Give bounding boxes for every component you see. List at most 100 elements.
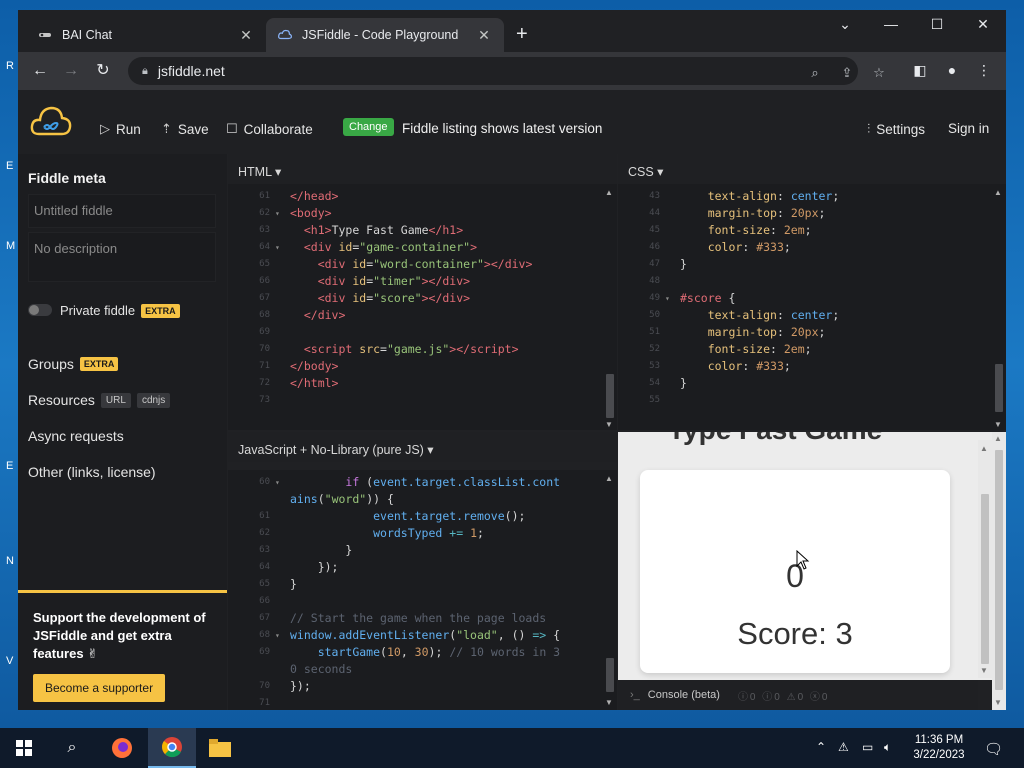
bookmark-star-icon[interactable]: ☆ [870, 65, 888, 81]
code-line[interactable]: 71 </body> [228, 358, 603, 375]
change-badge[interactable]: Change [343, 118, 394, 136]
scroll-up-icon[interactable]: ▲ [994, 188, 1002, 197]
scroll-down-icon[interactable]: ▼ [980, 666, 988, 675]
scroll-up-icon[interactable]: ▲ [605, 188, 613, 197]
page-scrollbar[interactable]: ▲ ▼ [992, 432, 1006, 710]
scroll-thumb[interactable] [606, 374, 614, 418]
result-pane[interactable]: Type Fast Game 0 Score: 3 [618, 432, 1006, 680]
code-line[interactable]: 49 ▾ #score { [618, 290, 992, 307]
html-editor[interactable]: 61 </head> 62 ▾ <body> 63 <h1>Type Fast Game<… [228, 184, 603, 430]
sign-in-button[interactable]: Sign in [948, 121, 989, 136]
html-editor-scrollbar[interactable]: ▲ ▼ [603, 184, 617, 430]
profile-icon[interactable]: ● [941, 62, 963, 78]
code-line[interactable]: 46 color: #333; [618, 239, 992, 256]
code-line[interactable]: 62 ▾ <body> [228, 205, 603, 222]
code-line[interactable]: 61 event.target.remove(); [228, 508, 603, 525]
code-line[interactable]: 70 <script src="game.js"></script> [228, 341, 603, 358]
scroll-thumb[interactable] [606, 658, 614, 692]
address-bar[interactable]: 🔒︎ jsfiddle.net [128, 57, 858, 85]
maximize-icon[interactable]: ☐ [922, 16, 952, 33]
minimize-icon[interactable]: — [876, 16, 906, 32]
zoom-search-icon[interactable]: ⌕ [806, 65, 824, 81]
console-bar[interactable]: ›_ Console (beta) ⓘ0 ⓘ0 ⚠0 ⓧ0 [618, 680, 978, 710]
code-line[interactable]: 70}); [228, 678, 603, 695]
code-line[interactable]: 61 </head> [228, 188, 603, 205]
scroll-thumb[interactable] [995, 450, 1003, 690]
code-line[interactable]: 0 seconds [228, 661, 603, 678]
tab-bai-chat[interactable]: BAI Chat ✕ [26, 18, 266, 52]
tab-search-icon[interactable]: ⌄ [830, 16, 860, 33]
code-line[interactable]: 72 </html> [228, 375, 603, 392]
scroll-down-icon[interactable]: ▼ [994, 420, 1002, 429]
firefox-icon[interactable] [98, 728, 146, 768]
scroll-down-icon[interactable]: ▼ [605, 420, 613, 429]
code-line[interactable]: 54} [618, 375, 992, 392]
js-panel-header[interactable]: JavaScript + No-Library (pure JS) ▾ [228, 432, 617, 462]
css-editor-scrollbar[interactable]: ▲ ▼ [992, 184, 1006, 430]
scroll-up-icon[interactable]: ▲ [994, 434, 1002, 443]
code-line[interactable]: 68 ▾ window.addEventListener("load", () =>… [228, 627, 603, 644]
back-arrow-icon[interactable]: ← [29, 60, 51, 82]
tray-volume-icon[interactable]: 🔈︎ [884, 740, 891, 755]
scroll-thumb[interactable] [995, 364, 1003, 412]
fold-arrow-icon[interactable]: ▾ [665, 290, 670, 307]
save-button[interactable]: ⇡ Save [161, 121, 209, 137]
notifications-icon[interactable]: 🗨︎ [984, 740, 1003, 758]
fiddle-title-input[interactable]: Untitled fiddle [28, 194, 216, 228]
code-line[interactable]: 44 margin-top: 20px; [618, 205, 992, 222]
cdnjs-pill[interactable]: cdnjs [136, 392, 171, 408]
code-line[interactable]: 62 wordsTyped += 1; [228, 525, 603, 542]
game-container[interactable]: 0 Score: 3 [640, 470, 950, 673]
url-pill[interactable]: URL [100, 392, 131, 408]
jsfiddle-logo-icon[interactable] [30, 104, 72, 138]
code-line[interactable]: 63 } [228, 542, 603, 559]
close-icon[interactable]: ✕ [476, 27, 492, 44]
fold-arrow-icon[interactable]: ▾ [275, 627, 280, 644]
code-line[interactable]: 66 [228, 593, 603, 610]
code-line[interactable]: 51 margin-top: 20px; [618, 324, 992, 341]
code-line[interactable]: 55 [618, 392, 992, 409]
code-line[interactable]: ains("word")) { [228, 491, 603, 508]
menu-kebab-icon[interactable]: ⋮ [973, 62, 995, 79]
chrome-icon[interactable] [148, 728, 196, 768]
reload-icon[interactable]: ↻ [92, 60, 114, 82]
share-icon[interactable]: ⇪ [838, 65, 856, 81]
forward-arrow-icon[interactable]: → [60, 60, 82, 82]
code-line[interactable]: 47} [618, 256, 992, 273]
code-line[interactable]: 67 // Start the game when the page loads [228, 610, 603, 627]
search-icon[interactable]: ⌕ [48, 728, 96, 768]
new-tab-button[interactable]: + [516, 24, 528, 44]
tab-jsfiddle[interactable]: JSFiddle - Code Playground ✕ [266, 18, 504, 52]
close-icon[interactable]: ✕ [238, 27, 254, 44]
tray-network-icon[interactable]: ▭ [862, 740, 873, 754]
code-line[interactable]: 60 ▾ if (event.target.classList.cont [228, 474, 603, 491]
code-line[interactable]: 67 <div id="score"></div> [228, 290, 603, 307]
window-close-icon[interactable]: ✕ [968, 16, 998, 33]
scroll-down-icon[interactable]: ▼ [605, 698, 613, 707]
tray-network-alert-icon[interactable]: ⚠ [838, 740, 849, 754]
run-button[interactable]: ▷ Run [100, 121, 141, 137]
code-line[interactable]: 66 <div id="timer"></div> [228, 273, 603, 290]
scroll-thumb[interactable] [981, 494, 989, 664]
code-line[interactable]: 43 text-align: center; [618, 188, 992, 205]
fiddle-description-input[interactable]: No description [28, 232, 216, 282]
code-line[interactable]: 68 </div> [228, 307, 603, 324]
code-line[interactable]: 69 startGame(10, 30); // 10 words in 3 [228, 644, 603, 661]
tray-chevron-icon[interactable]: ⌃ [816, 740, 826, 754]
code-line[interactable]: 65 <div id="word-container"></div> [228, 256, 603, 273]
file-explorer-icon[interactable] [196, 728, 244, 768]
code-line[interactable]: 65} [228, 576, 603, 593]
js-editor-scrollbar[interactable]: ▲ ▼ [603, 470, 617, 710]
result-scrollbar[interactable]: ▲ ▼ [978, 440, 992, 678]
fold-arrow-icon[interactable]: ▾ [275, 239, 280, 256]
fold-arrow-icon[interactable]: ▾ [275, 474, 280, 491]
sidebar-item-other[interactable]: Other (links, license) [28, 464, 156, 480]
taskbar-clock[interactable]: 11:36 PM 3/22/2023 [904, 733, 974, 763]
become-supporter-button[interactable]: Become a supporter [33, 674, 166, 702]
code-line[interactable]: 50 text-align: center; [618, 307, 992, 324]
code-line[interactable]: 52 font-size: 2em; [618, 341, 992, 358]
settings-button[interactable]: ⫶ Settings [867, 121, 925, 137]
private-fiddle-toggle[interactable] [28, 304, 52, 316]
side-panel-icon[interactable]: ◧ [909, 62, 931, 79]
windows-start-icon[interactable] [0, 728, 48, 768]
